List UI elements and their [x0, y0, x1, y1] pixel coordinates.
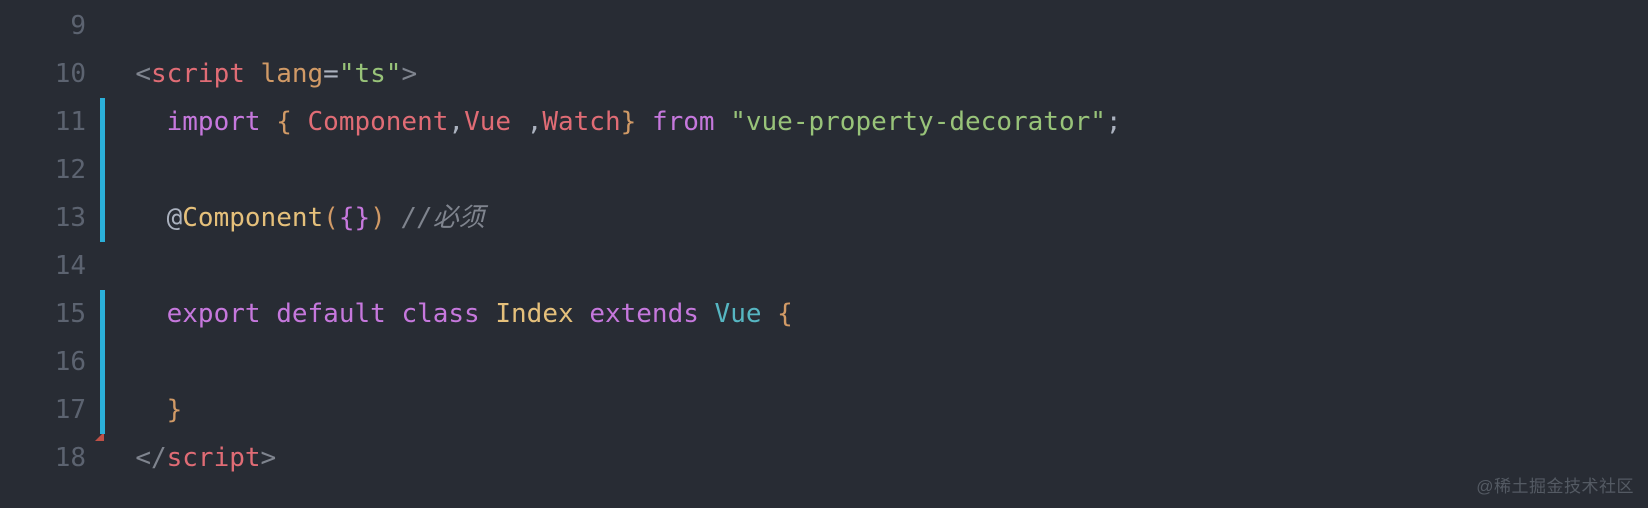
- line-number: 13: [0, 194, 86, 242]
- modified-indicator: [100, 290, 105, 338]
- line-number: 16: [0, 338, 86, 386]
- code-line: <script lang="ts">: [104, 50, 1122, 98]
- line-number: 18: [0, 434, 86, 482]
- modified-indicator: [100, 338, 105, 386]
- modified-indicator: [100, 146, 105, 194]
- line-number: 10: [0, 50, 86, 98]
- code-line: [104, 338, 1122, 386]
- line-number: 9: [0, 2, 86, 50]
- code-line: </script>: [104, 434, 1122, 482]
- code-editor[interactable]: 9 10 11 12 13 14 15 16 17 18 <script lan…: [0, 0, 1648, 508]
- code-line: import { Component,Vue ,Watch} from "vue…: [104, 98, 1122, 146]
- line-number: 12: [0, 146, 86, 194]
- modified-indicator: [100, 98, 105, 146]
- line-number: 14: [0, 242, 86, 290]
- watermark-text: @稀土掘金技术社区: [1476, 471, 1634, 502]
- code-line: [104, 242, 1122, 290]
- code-line: [104, 2, 1122, 50]
- line-number: 17: [0, 386, 86, 434]
- code-line: [104, 146, 1122, 194]
- code-area[interactable]: <script lang="ts"> import { Component,Vu…: [104, 0, 1122, 508]
- line-number-gutter: 9 10 11 12 13 14 15 16 17 18: [0, 0, 104, 508]
- line-number: 11: [0, 98, 86, 146]
- code-line: @Component({}) //必须: [104, 194, 1122, 242]
- modified-indicator: [100, 194, 105, 242]
- code-line: export default class Index extends Vue {: [104, 290, 1122, 338]
- code-line: }: [104, 386, 1122, 434]
- line-number: 15: [0, 290, 86, 338]
- modified-indicator: [100, 386, 105, 434]
